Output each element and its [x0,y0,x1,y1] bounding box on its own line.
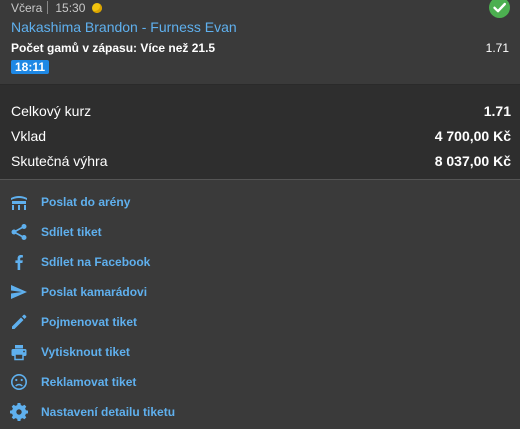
summary-row-total-odds: Celkový kurz 1.71 [11,101,511,121]
pencil-icon [10,313,28,331]
sad-face-icon [10,373,28,391]
action-label: Pojmenovat tiket [41,315,138,329]
summary-value: 4 700,00 Kč [434,128,511,144]
bet-meta: Včera 15:30 [11,0,103,15]
summary-value: 1.71 [483,103,511,119]
action-share-ticket[interactable]: Sdílet tiket [0,220,520,244]
arena-icon [10,193,28,211]
check-circle-icon [489,0,510,18]
summary-value: 8 037,00 Kč [434,153,511,169]
action-rename-ticket[interactable]: Pojmenovat tiket [0,310,520,334]
ticket-summary: Celkový kurz 1.71 Vklad 4 700,00 Kč Skut… [0,84,520,180]
action-label: Reklamovat tiket [41,375,137,389]
bet-odds: 1.71 [485,41,509,55]
bet-market: Počet gamů v zápasu: Více než 21.5 [11,41,215,55]
market-label: Počet gamů v zápasu: [11,41,138,55]
action-label: Nastavení detailu tiketu [41,405,176,419]
summary-label: Celkový kurz [11,103,92,119]
action-label: Poslat do arény [41,195,131,209]
summary-row-stake: Vklad 4 700,00 Kč [11,126,511,146]
bet-time: 15:30 [55,0,86,15]
live-time-badge: 18:11 [11,60,50,74]
selection: Více než 21.5 [140,41,216,55]
tennis-ball-icon [92,2,103,13]
action-complain-ticket[interactable]: Reklamovat tiket [0,370,520,394]
meta-divider [47,1,49,14]
facebook-icon [10,253,28,271]
summary-row-payout: Skutečná výhra 8 037,00 Kč [11,151,511,171]
bet-card: Včera 15:30 Nakashima Brandon - Furness … [0,0,520,84]
action-label: Sdílet na Facebook [41,255,151,269]
send-icon [10,283,28,301]
action-send-to-arena[interactable]: Poslat do arény [0,190,520,214]
bet-day: Včera [11,0,43,15]
action-label: Sdílet tiket [41,225,102,239]
summary-label: Vklad [11,128,47,144]
action-send-friend[interactable]: Poslat kamarádovi [0,280,520,304]
summary-label: Skutečná výhra [11,153,108,169]
action-label: Poslat kamarádovi [41,285,148,299]
action-share-facebook[interactable]: Sdílet na Facebook [0,250,520,274]
gear-icon [10,403,28,421]
action-print-ticket[interactable]: Vytisknout tiket [0,340,520,364]
action-ticket-detail-settings[interactable]: Nastavení detailu tiketu [0,400,520,424]
event-link[interactable]: Nakashima Brandon - Furness Evan [11,19,237,35]
share-icon [10,223,28,241]
action-label: Vytisknout tiket [41,345,130,359]
printer-icon [10,343,28,361]
